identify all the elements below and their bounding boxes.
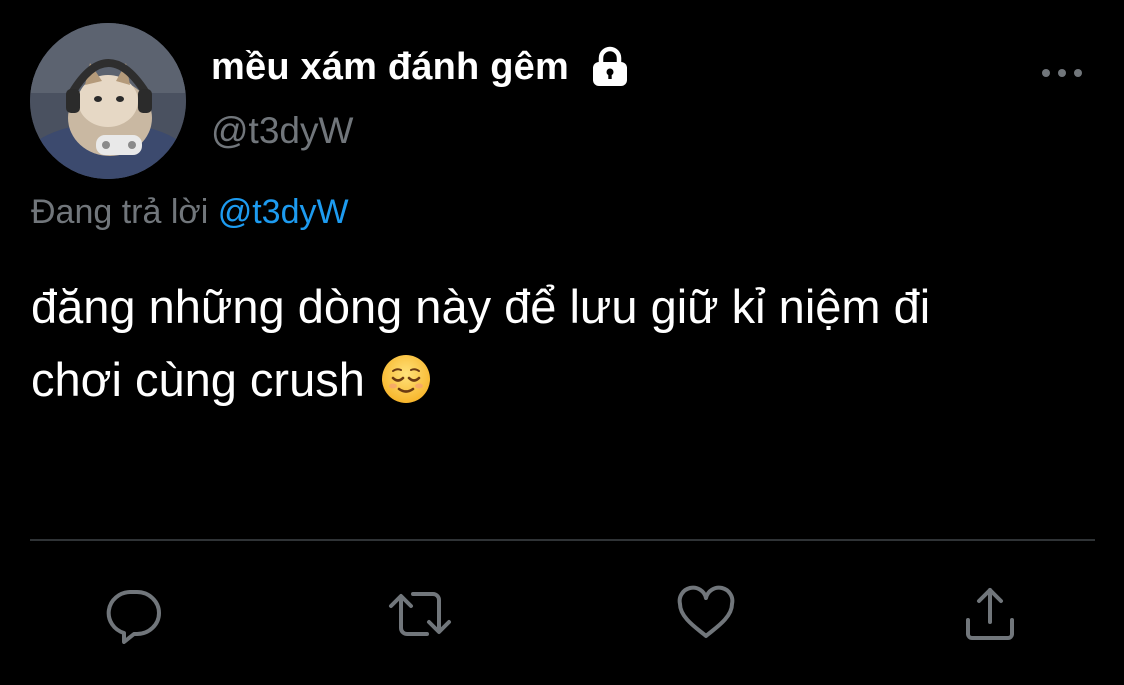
more-options-icon[interactable] [1040, 60, 1084, 84]
lock-icon [589, 45, 631, 89]
reply-prefix: Đang trả lời [31, 193, 209, 231]
share-icon [966, 588, 1014, 640]
share-button[interactable] [960, 584, 1020, 644]
tweet-text-line-2: chơi cùng crush [31, 343, 1121, 416]
relieved-face-emoji-icon [381, 351, 431, 403]
author-handle[interactable]: @t3dyW [211, 110, 353, 152]
tweet-text-line-1: đăng những dòng này để lưu giữ kỉ niệm đ… [31, 280, 931, 333]
reply-icon [106, 590, 161, 644]
display-name[interactable]: mều xám đánh gêm [211, 46, 569, 89]
reply-context: Đang trả lời @t3dyW [31, 193, 349, 232]
heart-icon [677, 585, 735, 638]
retweet-button[interactable] [387, 584, 451, 644]
cat-with-headset-avatar-icon [30, 23, 186, 179]
author-name-row: mều xám đánh gêm [211, 42, 631, 92]
avatar[interactable] [30, 23, 186, 179]
reply-mention-link[interactable]: @t3dyW [218, 193, 349, 231]
reply-button[interactable] [104, 584, 164, 644]
tweet-text: đăng những dòng này để lưu giữ kỉ niệm đ… [31, 270, 1121, 416]
tweet-text-line-2-text: chơi cùng crush [31, 353, 365, 406]
divider [30, 539, 1095, 541]
like-button[interactable] [676, 584, 736, 644]
retweet-icon [389, 592, 451, 636]
